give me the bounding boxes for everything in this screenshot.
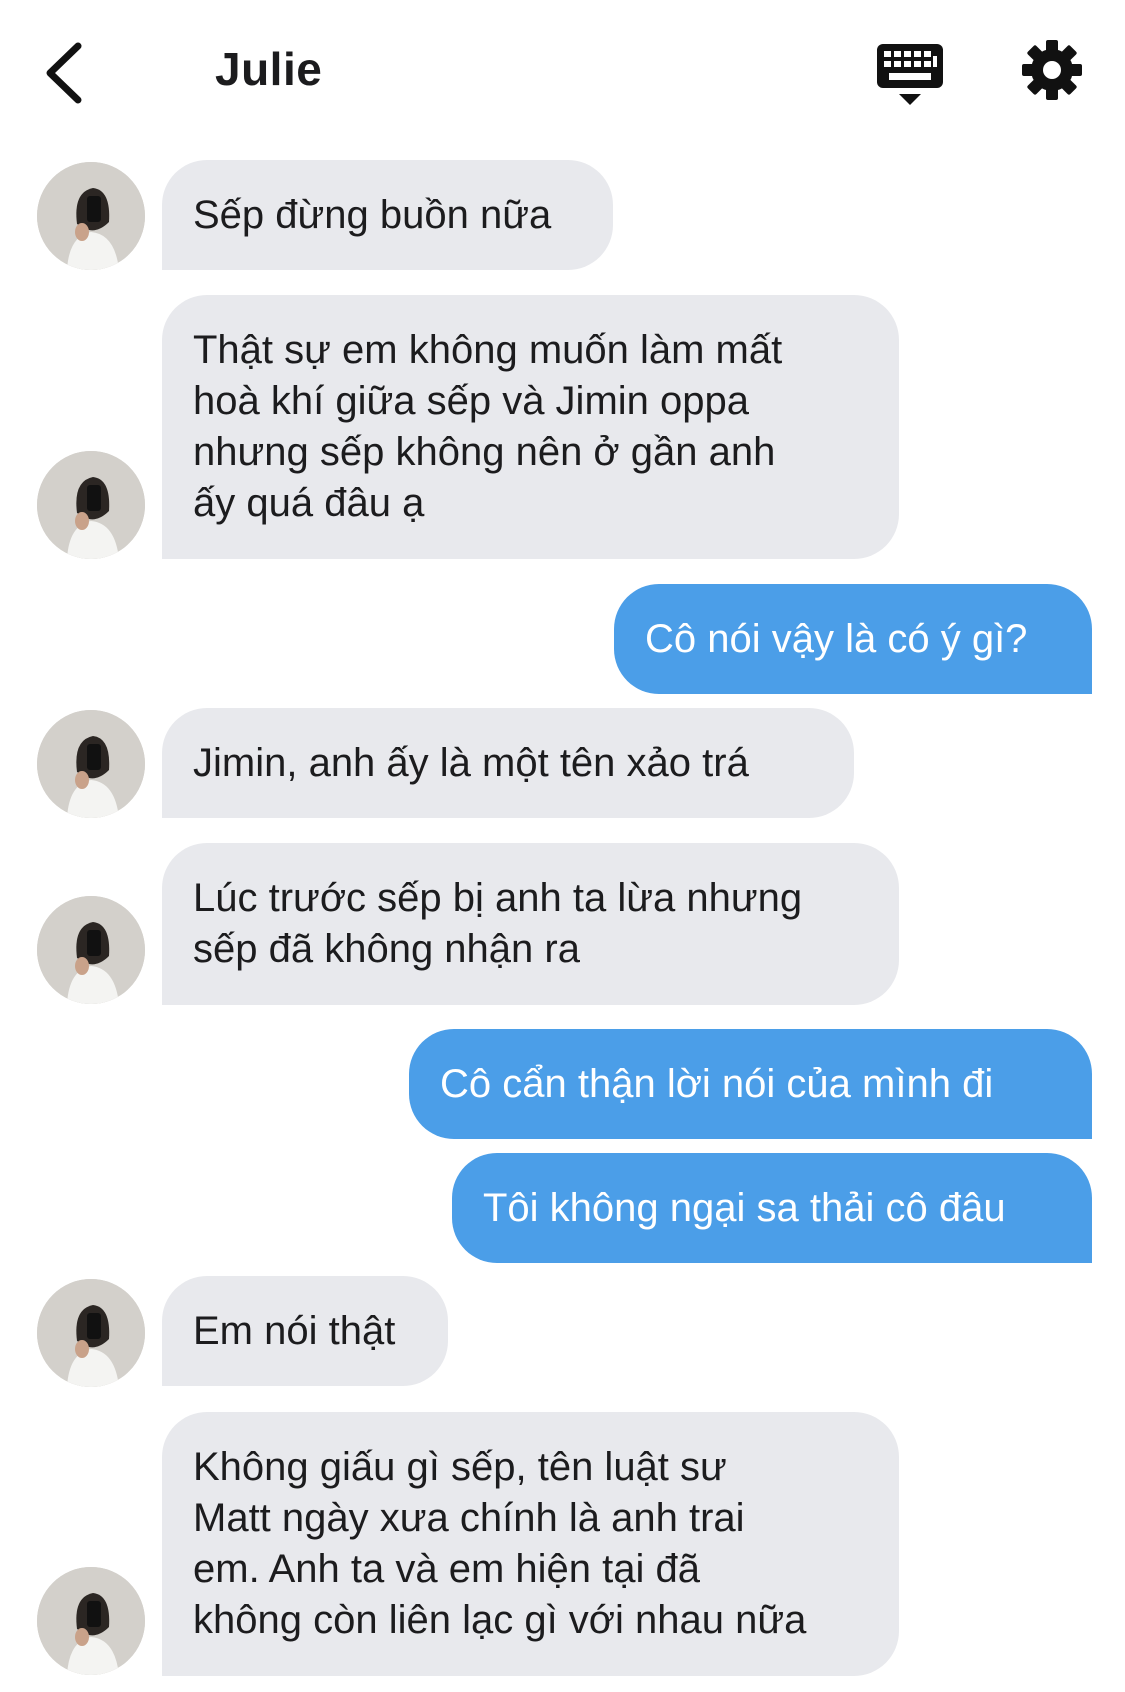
gear-icon	[1022, 40, 1082, 100]
chat-header: Julie	[0, 0, 1125, 145]
avatar[interactable]	[37, 162, 145, 270]
avatar[interactable]	[37, 451, 145, 559]
avatar[interactable]	[37, 1567, 145, 1675]
profile-photo-icon	[37, 1567, 145, 1675]
keyboard-button[interactable]	[875, 42, 945, 108]
settings-button[interactable]	[1020, 38, 1084, 102]
outgoing-message[interactable]: Cô nói vậy là có ý gì?	[614, 584, 1092, 694]
incoming-message[interactable]: Thật sự em không muốn làm mất hoà khí gi…	[162, 295, 899, 559]
avatar[interactable]	[37, 896, 145, 1004]
incoming-message[interactable]: Em nói thật	[162, 1276, 448, 1386]
incoming-message[interactable]: Không giấu gì sếp, tên luật sư Matt ngày…	[162, 1412, 899, 1676]
back-button[interactable]	[40, 38, 100, 108]
contact-name: Julie	[215, 43, 323, 95]
incoming-message[interactable]: Lúc trước sếp bị anh ta lừa nhưng sếp đã…	[162, 843, 899, 1005]
avatar[interactable]	[37, 1279, 145, 1387]
profile-photo-icon	[37, 896, 145, 1004]
keyboard-icon	[877, 44, 943, 105]
incoming-message[interactable]: Jimin, anh ấy là một tên xảo trá	[162, 708, 854, 818]
outgoing-message[interactable]: Cô cẩn thận lời nói của mình đi	[409, 1029, 1092, 1139]
profile-photo-icon	[37, 710, 145, 818]
profile-photo-icon	[37, 451, 145, 559]
chevron-left-icon	[46, 42, 82, 104]
incoming-message[interactable]: Sếp đừng buồn nữa	[162, 160, 613, 270]
avatar[interactable]	[37, 710, 145, 818]
profile-photo-icon	[37, 162, 145, 270]
outgoing-message[interactable]: Tôi không ngại sa thải cô đâu	[452, 1153, 1092, 1263]
profile-photo-icon	[37, 1279, 145, 1387]
